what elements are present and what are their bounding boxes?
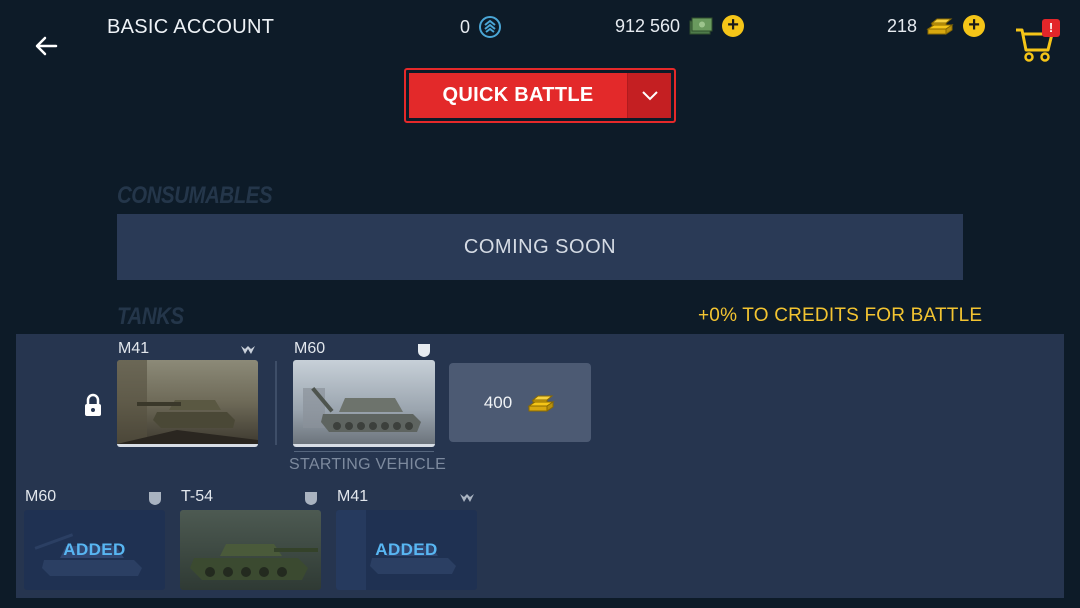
tank-image xyxy=(293,360,435,444)
buy-credits-button[interactable]: + xyxy=(722,15,745,37)
gold-currency: 218 + xyxy=(887,15,986,37)
cart-notification-badge: ! xyxy=(1042,19,1060,37)
chevron-down-icon xyxy=(641,90,658,100)
credits-value: 912 560 xyxy=(615,15,681,36)
starting-vehicle-underline xyxy=(294,451,434,452)
garage-tank-name: M41 xyxy=(337,488,369,505)
slot-tank-name: M60 xyxy=(294,340,326,357)
slot-tank-name: M41 xyxy=(118,340,150,357)
lock-icon xyxy=(82,393,104,417)
tank-image xyxy=(117,360,258,444)
slot-tank-card-m60[interactable] xyxy=(293,360,435,447)
buy-slot-button[interactable]: 400 xyxy=(449,363,591,442)
buy-gold-button[interactable]: + xyxy=(963,15,986,37)
account-type-label[interactable]: BASIC ACCOUNT xyxy=(107,16,274,39)
premium-emblem-icon xyxy=(479,16,502,38)
garage-tank-name: T-54 xyxy=(181,488,214,505)
light-tank-icon xyxy=(460,494,474,502)
consumables-coming-soon: COMING SOON xyxy=(117,214,963,280)
added-label: ADDED xyxy=(375,540,438,559)
starting-vehicle-caption: STARTING VEHICLE xyxy=(289,456,447,473)
light-tank-icon xyxy=(241,346,255,354)
consumables-title: CONSUMABLES xyxy=(117,182,273,209)
medium-tank-icon xyxy=(149,492,161,505)
slot-tank-card-m41[interactable] xyxy=(117,360,258,447)
medium-tank-icon xyxy=(305,492,317,505)
added-label: ADDED xyxy=(63,540,126,559)
slot-divider xyxy=(275,361,277,445)
premium-currency: 0 xyxy=(460,15,502,39)
battle-mode-dropdown[interactable] xyxy=(627,73,671,118)
credits-currency: 912 560 + xyxy=(615,15,745,37)
arrow-left-icon xyxy=(35,36,58,56)
premium-value: 0 xyxy=(460,16,471,37)
back-button[interactable] xyxy=(28,28,64,64)
credits-bonus-text: +0% TO CREDITS FOR BATTLE xyxy=(698,305,983,326)
buy-slot-price: 400 xyxy=(483,392,513,412)
quick-battle-label: QUICK BATTLE xyxy=(409,73,627,118)
gold-bars-icon xyxy=(926,18,954,35)
gold-value: 218 xyxy=(887,15,918,36)
quick-battle-button[interactable]: QUICK BATTLE xyxy=(404,68,676,123)
gold-bars-icon xyxy=(527,395,555,412)
tank-image xyxy=(180,510,321,590)
tanks-title: TANKS xyxy=(117,303,184,330)
garage-tank-card-m60[interactable]: ADDED xyxy=(24,510,165,590)
garage-tank-card-m41[interactable]: ADDED xyxy=(336,510,477,590)
credits-icon xyxy=(689,17,713,35)
garage-tank-name: M60 xyxy=(25,488,57,505)
garage-tank-card-t54[interactable] xyxy=(180,510,321,590)
medium-tank-icon xyxy=(418,344,430,357)
